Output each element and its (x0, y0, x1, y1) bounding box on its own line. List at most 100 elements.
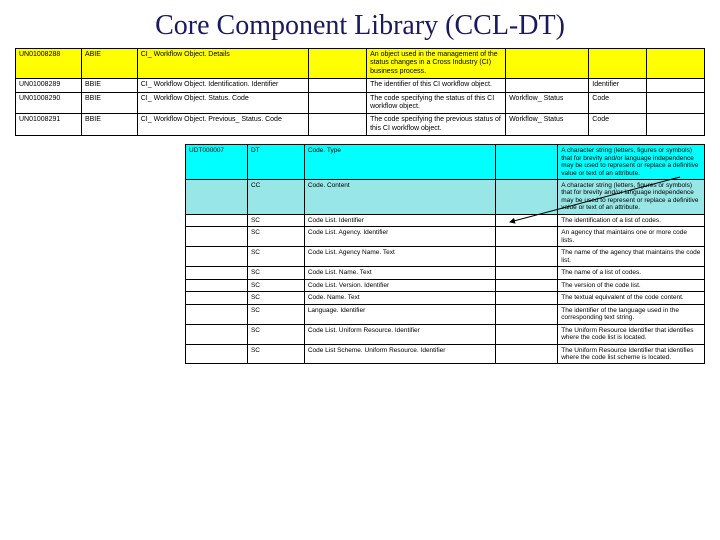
cell-type: SC (247, 304, 304, 324)
cell-id: UDT000007 (186, 145, 248, 180)
cell-gap (496, 292, 558, 304)
cell-type: SC (247, 292, 304, 304)
bottom-table: UDT000007DTCode. Type A character string … (185, 144, 705, 364)
cell-id (186, 344, 248, 364)
cell-gap (496, 145, 558, 180)
table-row: UN01008291BBIECI_ Workflow Object. Previ… (16, 114, 705, 136)
cell-gap (309, 49, 367, 79)
cell-type: SC (247, 247, 304, 267)
cell-id (186, 214, 248, 226)
cell-id (186, 279, 248, 291)
cell-gap (309, 79, 367, 92)
cell-rep: Workflow_ Status (506, 114, 589, 136)
cell-gap (496, 344, 558, 364)
cell-type: DT (247, 145, 304, 180)
cell-desc: The code specifying the previous status … (367, 114, 506, 136)
cell-id (186, 324, 248, 344)
cell-desc: The name of a list of codes. (558, 267, 705, 279)
cell-desc: The identifier of the language used in t… (558, 304, 705, 324)
cell-gap (496, 180, 558, 215)
cell-id (186, 304, 248, 324)
cell-desc: A character string (letters, figures or … (558, 145, 705, 180)
cell-last (647, 92, 705, 114)
cell-desc: The code specifying the status of this C… (367, 92, 506, 114)
cell-gap (496, 324, 558, 344)
cell-desc: The Uniform Resource Identifier that ide… (558, 344, 705, 364)
cell-gap (496, 304, 558, 324)
cell-name: Code List. Name. Text (304, 267, 496, 279)
cell-desc: A character string (letters, figures or … (558, 180, 705, 215)
cell-id (186, 292, 248, 304)
page-title: Core Component Library (CCL-DT) (0, 0, 720, 48)
cell-type: SC (247, 214, 304, 226)
cell-desc: The textual equivalent of the code conte… (558, 292, 705, 304)
cell-desc: The identification of a list of codes. (558, 214, 705, 226)
cell-gap (496, 227, 558, 247)
cell-name: Language. Identifier (304, 304, 496, 324)
cell-dt: Identifier (589, 79, 647, 92)
table-row: UDT000007DTCode. Type A character string … (186, 145, 705, 180)
table-row: SCCode List Scheme. Uniform Resource. Id… (186, 344, 705, 364)
cell-type: BBIE (81, 92, 137, 114)
cell-name: CI_ Workflow Object. Identification. Ide… (137, 79, 308, 92)
cell-name: Code List. Version. Identifier (304, 279, 496, 291)
table-row: SCCode List. Identifier The identificatio… (186, 214, 705, 226)
cell-id: UN01008289 (16, 79, 82, 92)
cell-type: SC (247, 227, 304, 247)
cell-name: Code List. Agency. Identifier (304, 227, 496, 247)
cell-name: CI_ Workflow Object. Details (137, 49, 308, 79)
cell-dt: Code (589, 114, 647, 136)
cell-gap (496, 279, 558, 291)
cell-rep (506, 79, 589, 92)
cell-id: UN01008290 (16, 92, 82, 114)
cell-desc: An agency that maintains one or more cod… (558, 227, 705, 247)
cell-gap (496, 214, 558, 226)
cell-desc: The name of the agency that maintains th… (558, 247, 705, 267)
cell-gap (496, 247, 558, 267)
table-row: SCCode List. Uniform Resource. Identifie… (186, 324, 705, 344)
cell-last (647, 79, 705, 92)
cell-type: SC (247, 344, 304, 364)
cell-type: BBIE (81, 114, 137, 136)
table-row: CCCode. Content A character string (lette… (186, 180, 705, 215)
cell-last (647, 49, 705, 79)
cell-name: CI_ Workflow Object. Previous_ Status. C… (137, 114, 308, 136)
cell-type: SC (247, 267, 304, 279)
cell-type: SC (247, 324, 304, 344)
cell-gap (496, 267, 558, 279)
cell-desc: The identifier of this CI workflow objec… (367, 79, 506, 92)
cell-id (186, 247, 248, 267)
top-table: UN01008288ABIECI_ Workflow Object. Detai… (15, 48, 705, 136)
cell-id (186, 227, 248, 247)
cell-name: Code. Name. Text (304, 292, 496, 304)
table-row: SCCode. Name. Text The textual equivalent… (186, 292, 705, 304)
cell-type: CC (247, 180, 304, 215)
cell-name: Code List Scheme. Uniform Resource. Iden… (304, 344, 496, 364)
table-row: SCCode List. Agency. Identifier An agency… (186, 227, 705, 247)
cell-rep: Workflow_ Status (506, 92, 589, 114)
table-row: SCCode List. Name. Text The name of a lis… (186, 267, 705, 279)
cell-id: UN01008288 (16, 49, 82, 79)
cell-gap (309, 92, 367, 114)
cell-name: Code List. Agency Name. Text (304, 247, 496, 267)
cell-id (186, 180, 248, 215)
table-row: SCCode List. Agency Name. Text The name o… (186, 247, 705, 267)
cell-type: BBIE (81, 79, 137, 92)
cell-desc: An object used in the management of the … (367, 49, 506, 79)
cell-name: Code List. Identifier (304, 214, 496, 226)
table-row: UN01008290BBIECI_ Workflow Object. Statu… (16, 92, 705, 114)
cell-desc: The Uniform Resource Identifier that ide… (558, 324, 705, 344)
cell-dt (589, 49, 647, 79)
cell-dt: Code (589, 92, 647, 114)
cell-name: Code. Type (304, 145, 496, 180)
cell-gap (309, 114, 367, 136)
cell-id (186, 267, 248, 279)
table-row: SCLanguage. Identifier The identifier of … (186, 304, 705, 324)
cell-name: Code. Content (304, 180, 496, 215)
cell-rep (506, 49, 589, 79)
table-row: SCCode List. Version. IdentifierThe vers… (186, 279, 705, 291)
cell-type: ABIE (81, 49, 137, 79)
cell-id: UN01008291 (16, 114, 82, 136)
cell-name: CI_ Workflow Object. Status. Code (137, 92, 308, 114)
cell-desc: The version of the code list. (558, 279, 705, 291)
